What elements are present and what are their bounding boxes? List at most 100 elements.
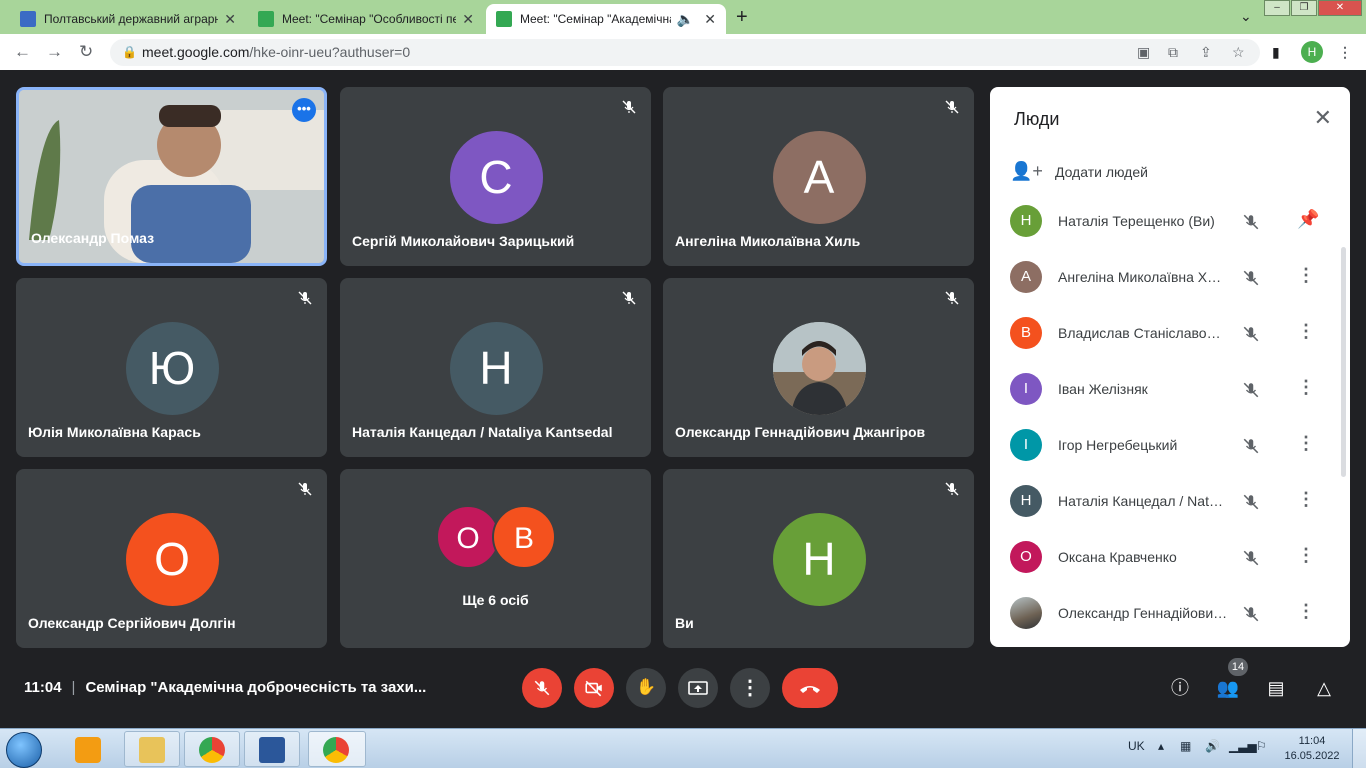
meeting-details-info-icon[interactable]: ⓘ <box>1167 675 1193 701</box>
more-vert-icon[interactable]: ⋮ <box>1297 489 1315 510</box>
more-participants-tile[interactable]: О В Ще 6 осіб <box>340 469 651 648</box>
participant-name: Олександр Геннадійович Джангіров <box>675 424 926 440</box>
browser-tab-1[interactable]: Полтавський державний аграрн ✕ <box>10 4 246 34</box>
participant-row[interactable]: І Іван Желізняк ⋮ <box>1010 369 1320 409</box>
meeting-info: 11:04 | Семінар "Академічна доброчесність … <box>24 679 426 696</box>
bookmark-star-icon[interactable]: ☆ <box>1232 44 1245 61</box>
participant-row[interactable]: Олександр Геннадійович Джангіров ⋮ <box>1010 593 1320 633</box>
network-signal-icon[interactable]: ▁▃▅ <box>1229 739 1257 753</box>
share-icon[interactable]: ⇪ <box>1200 44 1212 61</box>
mic-muted-icon[interactable] <box>1242 213 1260 231</box>
participant-row[interactable]: О Оксана Кравченко ⋮ <box>1010 537 1320 577</box>
mic-muted-icon[interactable] <box>1242 493 1260 511</box>
mic-muted-icon[interactable] <box>1242 381 1260 399</box>
minimize-button[interactable]: – <box>1264 0 1290 16</box>
participant-tile[interactable]: О Олександр Сергійович Долгін <box>16 469 327 648</box>
add-people-button[interactable]: 👤+ Додати людей <box>1010 161 1148 182</box>
participant-tile[interactable]: Н Наталія Канцедал / Nataliya Kantsedal <box>340 278 651 457</box>
action-center-icon[interactable]: ⚐ <box>1256 739 1267 753</box>
mic-muted-icon[interactable] <box>1242 269 1260 287</box>
windows-start-icon[interactable] <box>6 732 42 768</box>
side-panel-icon[interactable]: ▮ <box>1272 44 1280 61</box>
show-hidden-icons-icon[interactable]: ▴ <box>1158 739 1164 753</box>
participant-tile[interactable]: С Сергій Миколайович Зарицький <box>340 87 651 266</box>
pin-icon[interactable]: 📌 <box>1297 209 1319 230</box>
mic-muted-icon[interactable] <box>1242 325 1260 343</box>
close-tab-icon[interactable]: ✕ <box>704 11 716 28</box>
browser-tab-3-active[interactable]: Meet: "Семінар "Академічна 🔈 ✕ <box>486 4 726 34</box>
back-arrow-icon[interactable]: ← <box>14 42 31 62</box>
participant-tile[interactable]: Олександр Геннадійович Джангіров <box>663 278 974 457</box>
more-vert-icon[interactable]: ⋮ <box>1297 377 1315 398</box>
raise-hand-button[interactable]: ✋ <box>626 668 666 708</box>
participant-row[interactable]: Н Наталія Терещенко (Ви) 📌 <box>1010 201 1320 241</box>
video-tile-olexandr-pomaz[interactable]: ••• Олександр Помаз <box>16 87 327 266</box>
taskbar-chrome-icon[interactable] <box>184 731 240 767</box>
participant-row[interactable]: Н Наталія Канцедал / Nataliya Kantsedal … <box>1010 481 1320 521</box>
add-people-label: Додати людей <box>1054 163 1148 180</box>
camera-blocked-icon[interactable]: ▣ <box>1137 44 1150 61</box>
show-desktop-button[interactable] <box>1352 729 1366 768</box>
participant-row[interactable]: А Ангеліна Миколаївна Хиль ⋮ <box>1010 257 1320 297</box>
self-tile[interactable]: Н Ви <box>663 469 974 648</box>
maximize-button[interactable]: ❐ <box>1291 0 1317 16</box>
taskbar-file-explorer-icon[interactable] <box>124 731 180 767</box>
present-screen-button[interactable] <box>678 668 718 708</box>
participant-name: Олександр Сергійович Долгін <box>28 615 236 631</box>
participant-row[interactable]: І Ігор Негребецький ⋮ <box>1010 425 1320 465</box>
browser-tab-2[interactable]: Meet: "Семінар "Особливості пе ✕ <box>248 4 484 34</box>
site-favicon-icon <box>20 11 36 27</box>
mic-muted-icon <box>945 482 959 496</box>
more-vert-icon[interactable]: ⋮ <box>1297 321 1315 342</box>
chat-icon[interactable]: ▤ <box>1263 675 1289 701</box>
tab-search-chevron-icon[interactable]: ⌄ <box>1240 8 1252 25</box>
participant-name: Юлія Миколаївна Карась <box>28 424 201 440</box>
camera-toggle-button[interactable] <box>574 668 614 708</box>
activities-icon[interactable]: △ <box>1311 675 1337 701</box>
more-options-dots-icon[interactable]: ••• <box>292 98 316 122</box>
new-tab-plus-icon[interactable]: + <box>736 6 748 29</box>
window-close-button[interactable]: ✕ <box>1318 0 1362 16</box>
participant-tile[interactable]: Ю Юлія Миколаївна Карась <box>16 278 327 457</box>
more-vert-icon[interactable]: ⋮ <box>1297 545 1315 566</box>
language-indicator[interactable]: UK <box>1128 739 1145 753</box>
taskbar-word-icon[interactable] <box>244 731 300 767</box>
mic-muted-icon[interactable] <box>1242 605 1260 623</box>
panel-scrollbar[interactable] <box>1341 247 1346 477</box>
mic-muted-icon[interactable] <box>1242 549 1260 567</box>
profile-avatar[interactable]: Н <box>1301 41 1323 63</box>
participant-avatar: І <box>1010 373 1042 405</box>
mic-muted-icon[interactable] <box>1242 437 1260 455</box>
more-vert-icon[interactable]: ⋮ <box>1297 265 1315 286</box>
forward-arrow-icon[interactable]: → <box>46 42 63 62</box>
url-path: /hke-oinr-ueu?authuser=0 <box>249 44 411 60</box>
leave-call-button[interactable] <box>782 668 838 708</box>
chrome-menu-icon[interactable]: ⋮ <box>1338 44 1352 61</box>
meeting-title: Семінар "Академічна доброчесність та зах… <box>85 679 427 696</box>
speaker-icon[interactable]: 🔈 <box>677 11 694 28</box>
participant-row[interactable]: В Владислав Станіславович ⋮ <box>1010 313 1320 353</box>
url-bar[interactable]: 🔒 meet.google.com/hke-oinr-ueu?authuser=… <box>110 39 1260 66</box>
divider: | <box>71 679 76 696</box>
taskbar-chrome-profile-icon[interactable] <box>308 731 366 767</box>
close-tab-icon[interactable]: ✕ <box>224 11 236 28</box>
mic-muted-icon <box>622 291 636 305</box>
more-vert-icon[interactable]: ⋮ <box>1297 433 1315 454</box>
people-icon[interactable]: 👥 <box>1215 675 1241 701</box>
more-options-button[interactable]: ⋮ <box>730 668 770 708</box>
system-clock[interactable]: 11:04 16.05.2022 <box>1282 734 1342 764</box>
close-panel-icon[interactable]: ✕ <box>1314 105 1332 131</box>
more-vert-icon[interactable]: ⋮ <box>1297 601 1315 622</box>
reload-icon[interactable]: ↻ <box>79 42 93 62</box>
tray-app-icon[interactable]: ▦ <box>1180 739 1191 753</box>
translate-icon[interactable]: ⧉ <box>1168 44 1178 61</box>
more-vert-icon: ⋮ <box>740 677 760 699</box>
volume-icon[interactable]: 🔊 <box>1205 739 1220 753</box>
taskbar-media-player-icon[interactable] <box>60 731 116 767</box>
participant-tile[interactable]: А Ангеліна Миколаївна Хиль <box>663 87 974 266</box>
participant-photo-avatar <box>1010 597 1042 629</box>
participant-name: Наталія Канцедал / Nataliya Kantsedal <box>1058 493 1228 509</box>
mic-toggle-button[interactable] <box>522 668 562 708</box>
present-screen-icon <box>688 681 708 695</box>
close-tab-icon[interactable]: ✕ <box>462 11 474 28</box>
